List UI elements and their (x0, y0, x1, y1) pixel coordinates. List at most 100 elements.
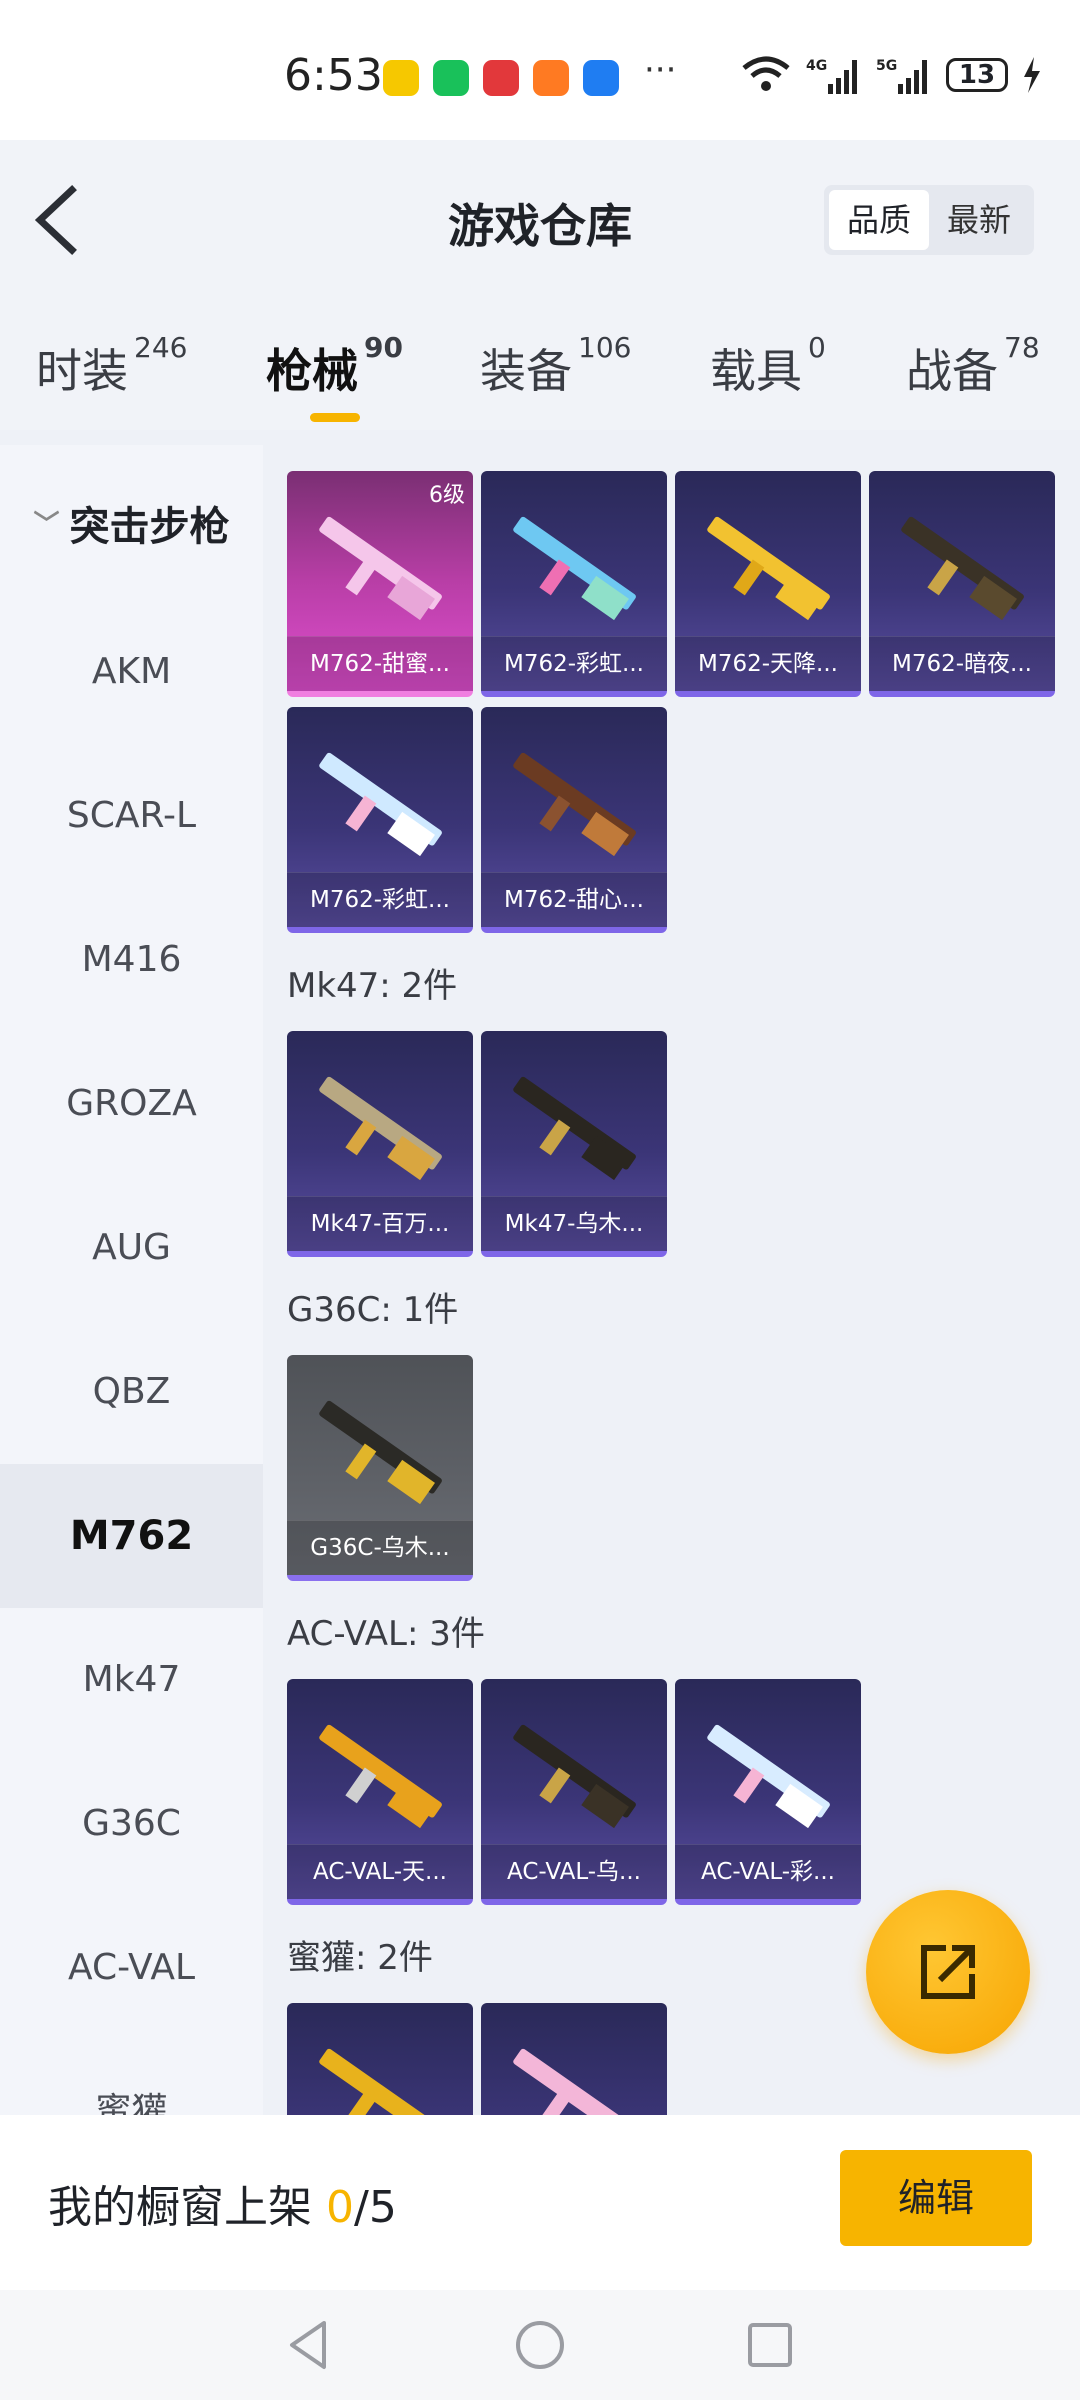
rifle-image-icon (901, 516, 1024, 621)
sort-quality-button[interactable]: 品质 (829, 190, 929, 250)
status-bar: 6:53 ··· 4G 5G 13 (0, 0, 1080, 140)
notification-icons (383, 60, 619, 96)
skin-name: G36C-乌木... (287, 1520, 473, 1575)
wifi-icon (742, 56, 790, 91)
charging-icon (1024, 57, 1040, 93)
section-label-honey-badger: 蜜獾: 2件 (287, 1938, 433, 1978)
tab-vehicles[interactable]: 载具 0 (710, 331, 826, 401)
skin-card[interactable]: AC-VAL-彩... (675, 1679, 861, 1905)
skin-name: M762-甜心... (481, 872, 667, 927)
section-label-mk47: Mk47: 2件 (287, 966, 458, 1006)
skin-card[interactable]: M762-彩虹... (287, 707, 473, 933)
rifle-image-icon (513, 752, 636, 857)
tab-guns[interactable]: 枪械 90 (266, 331, 403, 401)
skin-card[interactable]: M762-甜心... (481, 707, 667, 933)
nav-back-icon[interactable] (280, 2315, 340, 2375)
skin-name: Mk47-百万... (287, 1196, 473, 1251)
skin-card[interactable]: Mk47-乌木... (481, 1031, 667, 1257)
nav-recents-icon[interactable] (740, 2315, 800, 2375)
sidebar-item-m416[interactable]: M416 (0, 888, 263, 1032)
skin-name: M762-甜蜜... (287, 636, 473, 691)
sidebar-item-ac-val[interactable]: AC-VAL (0, 1896, 263, 2040)
m762-skin-grid: 6级 M762-甜蜜... M762-彩虹... M762-天降... M762… (287, 471, 1055, 933)
skin-card[interactable]: M762-暗夜... (869, 471, 1055, 697)
system-indicators: 4G 5G 13 (740, 56, 1042, 94)
skin-card[interactable]: 6级 M762-甜蜜... (287, 471, 473, 697)
signal-5g-icon: 5G (876, 58, 927, 94)
huawei-app-icon (483, 60, 519, 96)
showcase-current-count: 0 (326, 2182, 354, 2233)
skin-name: AC-VAL-彩... (675, 1844, 861, 1899)
tab-label: 时装 (36, 344, 128, 398)
skin-card[interactable]: G36C-乌木... (287, 1355, 473, 1581)
nav-home-icon[interactable] (510, 2315, 570, 2375)
skin-name: AC-VAL-乌... (481, 1844, 667, 1899)
sidebar-item-m762[interactable]: M762 (0, 1464, 263, 1608)
tab-count: 0 (808, 331, 826, 364)
skin-name: M762-彩虹... (481, 636, 667, 691)
tab-label: 枪械 (266, 344, 358, 398)
share-icon (921, 1945, 975, 1999)
tab-label: 载具 (710, 344, 802, 398)
showcase-status: 我的橱窗上架 0/5 (48, 2171, 397, 2235)
sidebar-group-label: 突击步枪 (69, 503, 230, 550)
skin-name: AC-VAL-天... (287, 1844, 473, 1899)
skin-card[interactable]: M762-天降... (675, 471, 861, 697)
sidebar-group-assault-rifles[interactable]: ﹀ 突击步枪 (0, 445, 263, 600)
g36c-skin-grid: G36C-乌木... (287, 1355, 1055, 1581)
sidebar-item-qbz[interactable]: QBZ (0, 1320, 263, 1464)
rifle-image-icon (707, 1724, 830, 1829)
rifle-image-icon (707, 516, 830, 621)
tab-fashion[interactable]: 时装 246 (36, 331, 187, 401)
showcase-bar: 我的橱窗上架 0/5 编辑 (0, 2115, 1080, 2290)
rifle-image-icon (513, 1076, 636, 1181)
rifle-image-icon (319, 1076, 442, 1181)
section-label-g36c: G36C: 1件 (287, 1290, 459, 1330)
mk47-skin-grid: Mk47-百万... Mk47-乌木... (287, 1031, 1055, 1257)
weapon-sidebar: ﹀ 突击步枪 AKM SCAR-L M416 GROZA AUG QBZ M76… (0, 445, 263, 2115)
battery-icon: 13 (946, 58, 1008, 92)
skin-card[interactable]: AC-VAL-天... (287, 1679, 473, 1905)
sidebar-item-akm[interactable]: AKM (0, 600, 263, 744)
skin-name: M762-暗夜... (869, 636, 1055, 691)
tab-count: 78 (1004, 331, 1040, 364)
sidebar-item-g36c[interactable]: G36C (0, 1752, 263, 1896)
skin-card[interactable]: M762-彩虹... (481, 471, 667, 697)
ac-val-skin-grid: AC-VAL-天... AC-VAL-乌... AC-VAL-彩... (287, 1679, 1055, 1905)
skin-name: Mk47-乌木... (481, 1196, 667, 1251)
tab-count: 90 (364, 331, 403, 364)
status-time: 6:53 (284, 50, 383, 101)
rifle-image-icon (319, 1400, 442, 1505)
sidebar-item-aug[interactable]: AUG (0, 1176, 263, 1320)
showcase-total: /5 (354, 2182, 397, 2233)
rifle-image-icon (513, 1724, 636, 1829)
skin-name: M762-彩虹... (287, 872, 473, 927)
sidebar-item-mk47[interactable]: Mk47 (0, 1608, 263, 1752)
rifle-image-icon (319, 516, 442, 621)
tab-count: 106 (578, 331, 632, 364)
sort-newest-button[interactable]: 最新 (929, 190, 1029, 250)
skin-card[interactable] (481, 2003, 667, 2115)
tab-label: 装备 (480, 344, 572, 398)
rifle-image-icon (319, 2048, 442, 2115)
signal-4g-icon: 4G (806, 58, 857, 94)
sidebar-item-scar-l[interactable]: SCAR-L (0, 744, 263, 888)
skin-name: M762-天降... (675, 636, 861, 691)
skin-card[interactable]: Mk47-百万... (287, 1031, 473, 1257)
tab-supplies[interactable]: 战备 78 (906, 331, 1040, 401)
edit-button[interactable]: 编辑 (840, 2150, 1032, 2246)
svg-text:5G: 5G (876, 58, 897, 74)
rifle-image-icon (319, 1724, 442, 1829)
sidebar-item-honey-badger[interactable]: 蜜獾 (0, 2040, 263, 2115)
svg-text:4G: 4G (806, 58, 827, 74)
share-fab-button[interactable] (866, 1890, 1030, 2054)
skin-card[interactable]: AC-VAL-乌... (481, 1679, 667, 1905)
tab-equipment[interactable]: 装备 106 (480, 331, 631, 401)
skin-card[interactable] (287, 2003, 473, 2115)
sidebar-item-groza[interactable]: GROZA (0, 1032, 263, 1176)
bulb-app-icon (583, 60, 619, 96)
showcase-label: 我的橱窗上架 (48, 2182, 326, 2233)
system-navigation-bar (0, 2290, 1080, 2400)
tab-label: 战备 (906, 344, 998, 398)
active-tab-indicator (310, 413, 360, 422)
